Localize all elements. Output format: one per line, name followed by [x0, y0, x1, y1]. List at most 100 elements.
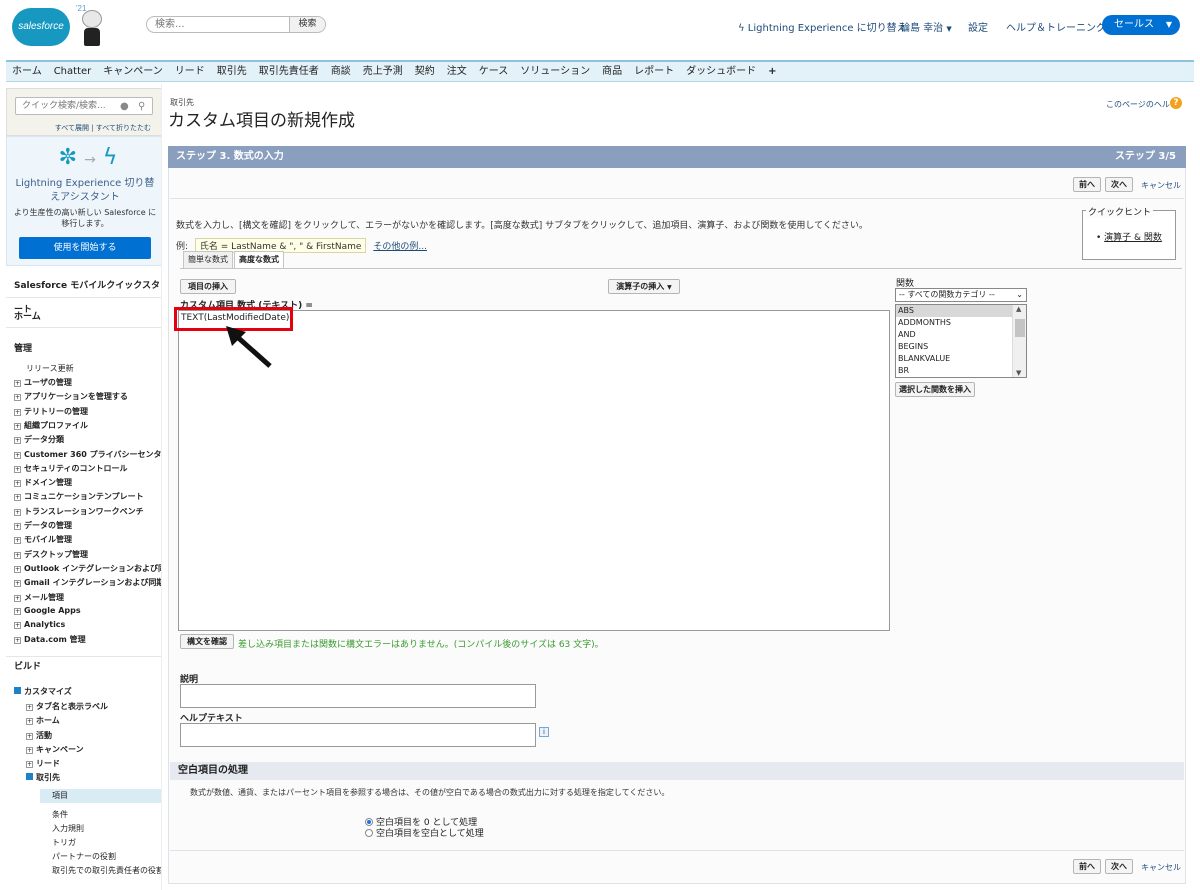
sidebar-admin-item[interactable]: + Data.com 管理 [14, 634, 86, 645]
next-button-top[interactable]: 次へ [1105, 177, 1133, 192]
tab-cases[interactable]: ケース [473, 62, 515, 81]
sidebar-home-link[interactable]: ホーム [6, 306, 161, 328]
sidebar-admin-item[interactable]: + トランスレーションワークベンチ [14, 506, 144, 517]
switch-lightning-link[interactable]: ϟ Lightning Experience に切り替え [738, 19, 907, 34]
sidebar-admin-item[interactable]: + モバイル管理 [14, 534, 72, 545]
description-textarea[interactable] [180, 684, 536, 708]
sidebar-admin-item[interactable]: + Gmail インテグレーションおよび同期 [14, 577, 161, 588]
scroll-thumb[interactable] [1015, 319, 1025, 337]
global-search-input[interactable] [147, 17, 287, 32]
function-option[interactable]: ADDMONTHS [896, 317, 1012, 329]
search-icon[interactable]: ⚲ [138, 99, 145, 115]
more-examples-link[interactable]: その他の例... [373, 242, 427, 252]
tab-campaigns[interactable]: キャンペーン [97, 62, 169, 81]
sidebar-admin-item[interactable]: + Analytics [14, 620, 65, 630]
function-option[interactable]: BEGINS [896, 341, 1012, 353]
insert-operator-button[interactable]: 演算子の挿入 ▼ [608, 279, 680, 294]
tab-leads[interactable]: リード [169, 62, 211, 81]
sidebar-customize-item[interactable]: + キャンペーン [26, 744, 84, 755]
functions-scrollbar[interactable]: ▲ ▼ [1012, 305, 1026, 377]
info-icon[interactable]: i [539, 727, 549, 737]
help-icon[interactable]: ? [1170, 97, 1182, 109]
insert-function-button[interactable]: 選択した関数を挿入 [895, 382, 975, 397]
app-menu[interactable]: セールス ▼ [1102, 15, 1180, 35]
help-text-textarea[interactable] [180, 723, 536, 747]
sidebar-admin-item[interactable]: + コミュニケーションテンプレート [14, 491, 144, 502]
prev-button-bottom[interactable]: 前へ [1073, 859, 1101, 874]
tab-contracts[interactable]: 契約 [409, 62, 441, 81]
check-syntax-button[interactable]: 構文を確認 [180, 634, 234, 649]
radio-selected[interactable] [365, 818, 373, 826]
blank-as-blank-option[interactable]: 空白項目を空白として処理 [365, 826, 484, 839]
sidebar-admin-item[interactable]: + テリトリーの管理 [14, 406, 88, 417]
formula-editor[interactable]: TEXT(LastModifiedDate) [178, 310, 890, 631]
tab-contacts[interactable]: 取引先責任者 [253, 62, 325, 81]
sidebar-account-item[interactable]: パートナーの役割 [52, 851, 116, 862]
tab-orders[interactable]: 注文 [441, 62, 473, 81]
functions-listbox[interactable]: ABS ADDMONTHS AND BEGINS BLANKVALUE BR ▲ ▼ [895, 304, 1027, 378]
scroll-down-icon[interactable]: ▼ [1016, 369, 1021, 377]
sidebar-customize-item[interactable]: + ホーム [26, 715, 60, 726]
tab-solutions[interactable]: ソリューション [514, 62, 596, 81]
sidebar-admin-item[interactable]: + Customer 360 プライバシーセンター [14, 449, 161, 460]
tab-opportunities[interactable]: 商談 [325, 62, 357, 81]
help-training-link[interactable]: ヘルプ＆トレーニング [1006, 19, 1106, 34]
sidebar-admin-item[interactable]: + デスクトップ管理 [14, 549, 88, 560]
user-menu[interactable]: 輪島 幸治 ▼ [900, 19, 952, 34]
help-circle-icon[interactable]: ● [120, 99, 129, 115]
function-category-select[interactable]: -- すべての関数カテゴリ -- ⌄ [895, 288, 1027, 302]
settings-link[interactable]: 設定 [968, 19, 988, 34]
cancel-link-bottom[interactable]: キャンセル [1141, 862, 1181, 873]
tab-products[interactable]: 商品 [596, 62, 628, 81]
sidebar-admin-item[interactable]: + ドメイン管理 [14, 477, 72, 488]
get-started-button[interactable]: 使用を開始する [19, 237, 151, 259]
function-option[interactable]: BR [896, 365, 1012, 377]
sidebar-admin-item[interactable]: + ユーザの管理 [14, 377, 72, 388]
sidebar-account-item[interactable]: トリガ [52, 837, 76, 848]
sidebar-item-customize[interactable]: カスタマイズ [14, 686, 72, 697]
sidebar-admin-item[interactable]: + データの管理 [14, 520, 72, 531]
tab-simple-formula[interactable]: 簡単な数式 [183, 251, 233, 268]
mobile-quickstart-link[interactable]: Salesforce モバイルクイックスタート [6, 274, 161, 315]
sidebar-admin-item[interactable]: + データ分類 [14, 434, 64, 445]
tab-forecasts[interactable]: 売上予測 [357, 62, 409, 81]
tab-advanced-formula[interactable]: 高度な数式 [234, 251, 284, 268]
sidebar-item-fields-selected[interactable]: 項目 [40, 789, 161, 803]
radio-unselected[interactable] [365, 829, 373, 837]
sidebar-admin-item[interactable]: + Google Apps [14, 606, 81, 615]
operators-functions-link[interactable]: 演算子 & 関数 [1104, 233, 1162, 243]
sidebar-item-account[interactable]: 取引先 [26, 772, 60, 783]
collapse-all-link[interactable]: すべて折りたたむ [96, 124, 151, 132]
prev-button-top[interactable]: 前へ [1073, 177, 1101, 192]
sidebar-customize-item[interactable]: + リード [26, 758, 60, 769]
sidebar-account-item[interactable]: 取引先での取引先責任者の役割 [52, 865, 161, 876]
function-option[interactable]: ABS [896, 305, 1012, 317]
sidebar-account-item[interactable]: 入力規則 [52, 823, 84, 834]
release-updates-link[interactable]: リリース更新 [26, 363, 74, 374]
expand-all-link[interactable]: すべて展開 [55, 124, 89, 132]
sidebar-customize-item[interactable]: + タブ名と表示ラベル [26, 701, 108, 712]
sidebar-admin-item[interactable]: + メール管理 [14, 592, 64, 603]
sidebar-admin-item[interactable]: + 組織プロファイル [14, 420, 88, 431]
sidebar-admin-item[interactable]: + Outlook インテグレーションおよび同期 [14, 563, 161, 574]
sidebar-customize-item[interactable]: + 活動 [26, 730, 52, 741]
cancel-link-top[interactable]: キャンセル [1141, 180, 1181, 191]
sidebar-account-item[interactable]: 条件 [52, 809, 68, 820]
quick-search-input[interactable]: クイック検索/検索... ● ⚲ [15, 97, 153, 115]
function-option[interactable]: AND [896, 329, 1012, 341]
tab-home[interactable]: ホーム [6, 62, 48, 81]
global-search-button[interactable]: 検索 [289, 17, 325, 32]
tab-reports[interactable]: レポート [628, 62, 680, 81]
next-button-bottom[interactable]: 次へ [1105, 859, 1133, 874]
salesforce-logo[interactable]: salesforce [12, 8, 70, 46]
add-tab-icon[interactable]: + [762, 62, 782, 81]
sidebar-admin-item[interactable]: + セキュリティのコントロール [14, 463, 128, 474]
insert-field-button[interactable]: 項目の挿入 [180, 279, 236, 294]
function-option[interactable]: BLANKVALUE [896, 353, 1012, 365]
tab-chatter[interactable]: Chatter [48, 62, 98, 81]
scroll-up-icon[interactable]: ▲ [1016, 305, 1021, 313]
sidebar-admin-item[interactable]: + アプリケーションを管理する [14, 391, 128, 402]
tab-accounts[interactable]: 取引先 [211, 62, 253, 81]
tab-dashboards[interactable]: ダッシュボード [680, 62, 762, 81]
page-help-link[interactable]: このページのヘルプ [1106, 99, 1178, 110]
